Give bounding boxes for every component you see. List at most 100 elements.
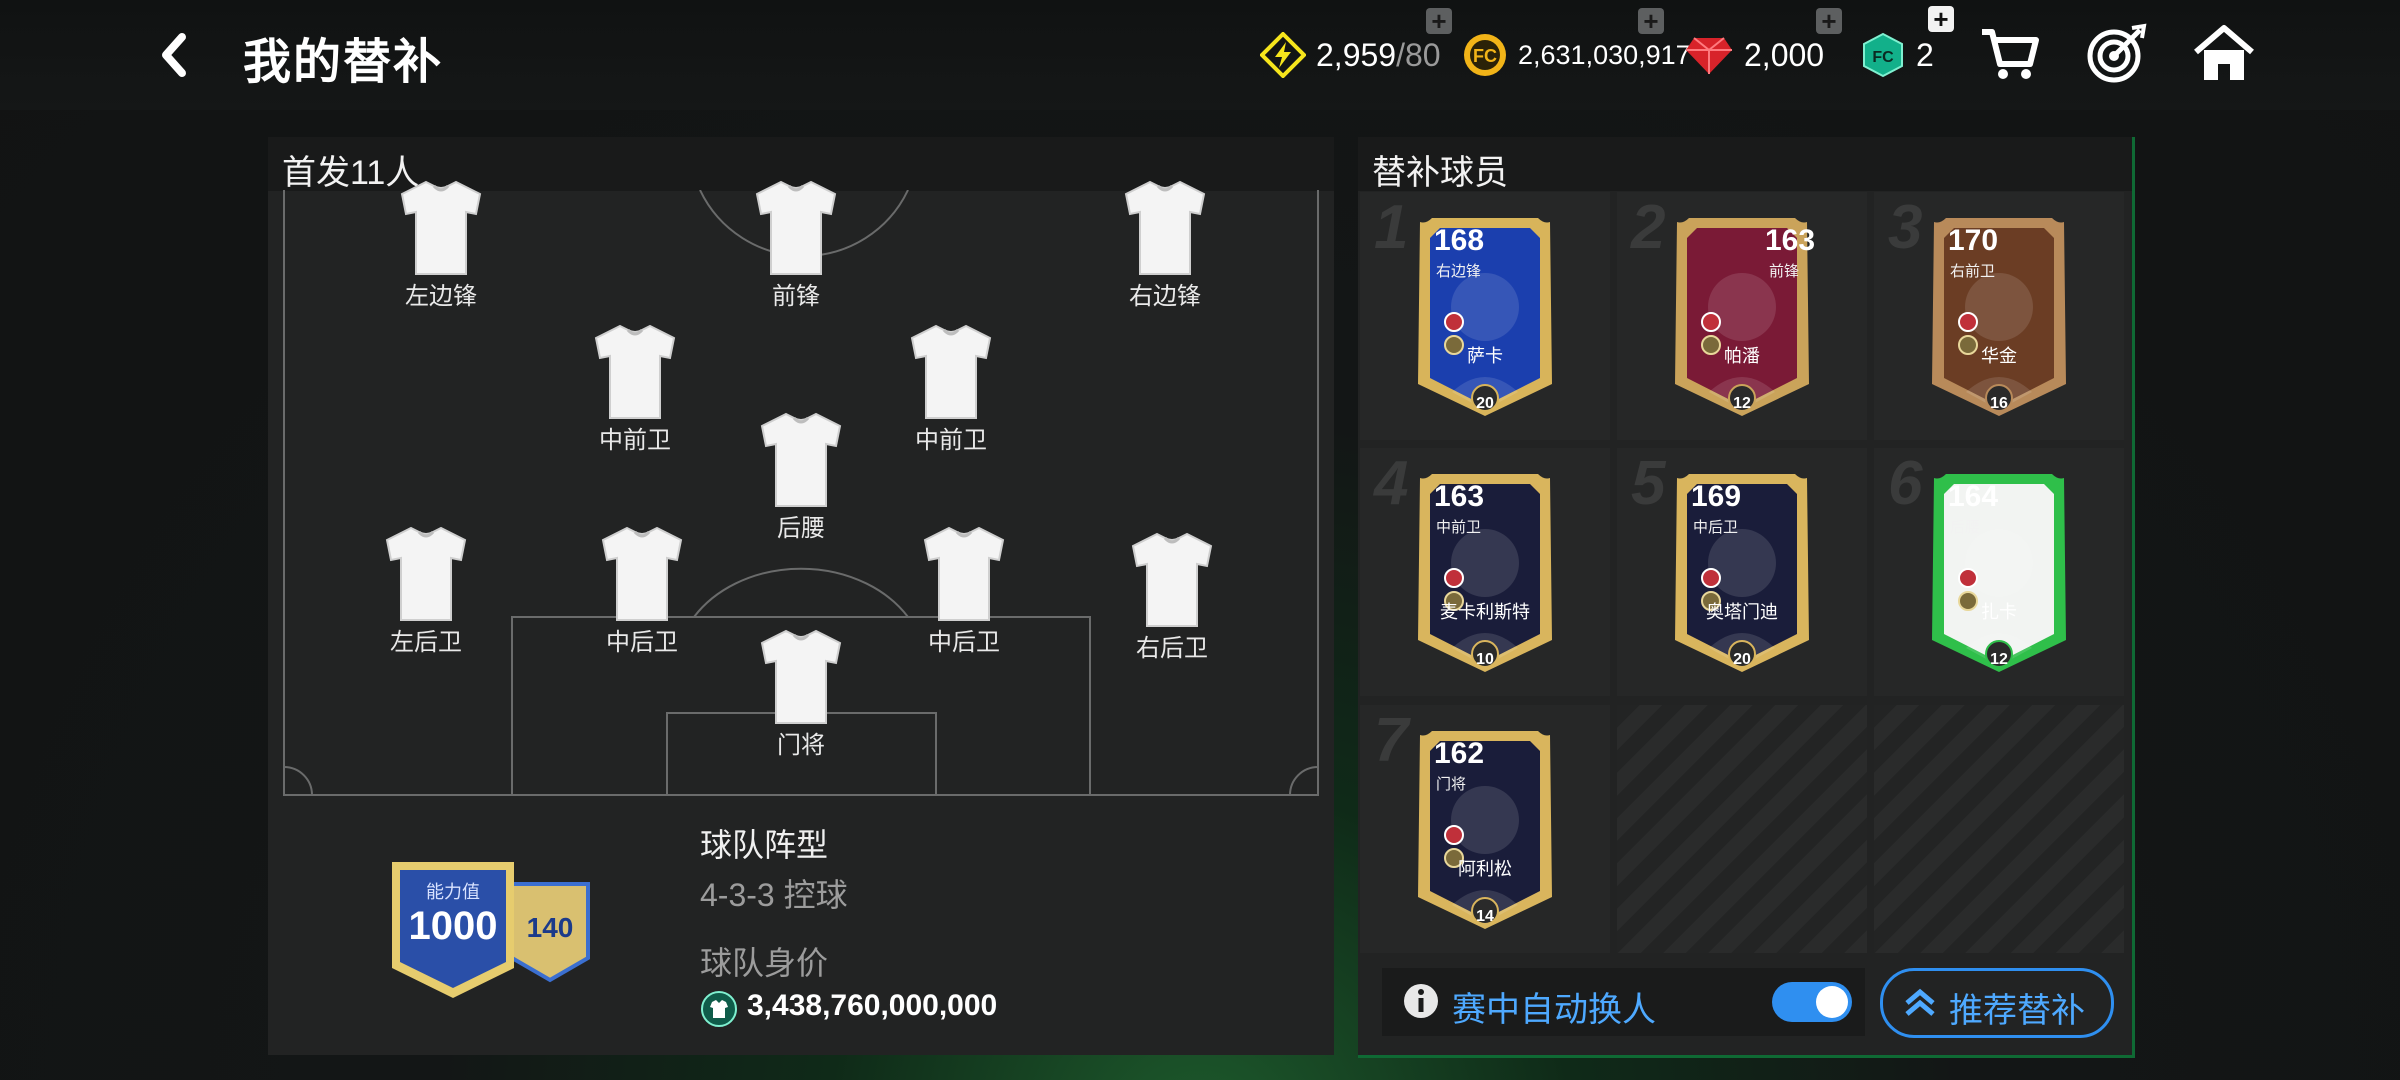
starting-player-slot[interactable]: 中前卫 — [575, 322, 695, 455]
player-card — [1908, 212, 2090, 425]
starting-player-slot[interactable]: 左后卫 — [366, 524, 486, 657]
info-icon[interactable] — [1402, 982, 1440, 1025]
sub-player-slot[interactable]: 3 170 右前卫 华金 16 — [1874, 192, 2124, 440]
sub-player-slot[interactable]: 1 168 右边锋 萨卡 20 — [1360, 192, 1610, 440]
jersey-icon — [891, 322, 1011, 422]
position-label: 门将 — [777, 732, 825, 759]
gems-display[interactable]: 2,000 — [1684, 28, 1824, 82]
player-card — [1394, 725, 1576, 938]
jersey-coin-icon — [700, 990, 738, 1033]
starting-player-slot[interactable]: 中后卫 — [904, 524, 1024, 657]
starting-player-slot[interactable]: 右后卫 — [1112, 530, 1232, 663]
energy-icon — [1260, 32, 1306, 78]
svg-text:FC: FC — [1872, 49, 1894, 66]
sub-player-slot[interactable]: 5 169 中后卫 奥塔门迪 20 — [1617, 448, 1867, 696]
position-label: 右边锋 — [1129, 283, 1201, 310]
jersey-icon — [736, 178, 856, 278]
rating-label: 能力值 — [426, 882, 480, 902]
card-rating: 163 — [1434, 480, 1485, 513]
tokens-value: 2 — [1916, 36, 1934, 73]
subs-panel-header: 替补球员 — [1358, 137, 2132, 192]
gem-icon — [1686, 37, 1732, 74]
recommend-subs-label: 推荐替补 — [1949, 992, 2085, 1030]
cart-icon[interactable] — [1978, 22, 2042, 86]
starting-player-slot[interactable]: 左边锋 — [381, 178, 501, 311]
card-position: 右前卫 — [1950, 263, 1996, 280]
team-value-title: 球队身价 — [700, 945, 829, 981]
card-rating: 163 — [1765, 224, 1816, 257]
coin-icon: FC — [1464, 34, 1506, 76]
auto-sub-toggle[interactable] — [1772, 982, 1852, 1022]
card-level: 10 — [1476, 651, 1494, 668]
jersey-icon — [381, 178, 501, 278]
card-player-name: 帕潘 — [1724, 346, 1760, 366]
page-title: 我的替补 — [243, 36, 444, 89]
card-rating: 164 — [1948, 480, 1999, 513]
top-bar: 我的替补 2,959/80 + FC 2,631,030,917 + 2,000… — [0, 0, 2400, 110]
card-player-name: 麦卡利斯特 — [1440, 602, 1530, 622]
starting-player-slot[interactable]: 门将 — [741, 627, 861, 760]
rating-value: 1000 — [408, 904, 498, 948]
gems-value: 2,000 — [1744, 36, 1825, 73]
team-value: 3,438,760,000,000 — [747, 989, 998, 1022]
sub-player-slot[interactable]: 7 162 门将 阿利松 14 — [1360, 705, 1610, 953]
starting-player-slot[interactable]: 右边锋 — [1105, 178, 1225, 311]
card-position: 后腰 — [1950, 519, 1981, 536]
empty-sub-slot[interactable] — [1874, 705, 2124, 953]
player-card — [1394, 468, 1576, 681]
auto-sub-row: 赛中自动换人 — [1382, 968, 1865, 1036]
formation-title: 球队阵型 — [700, 827, 829, 863]
starting-player-slot[interactable]: 前锋 — [736, 178, 856, 311]
position-label: 中后卫 — [606, 629, 678, 656]
sub-player-slot[interactable]: 6 164 后腰 扎卡 12 — [1874, 448, 2124, 696]
card-player-name: 萨卡 — [1467, 346, 1503, 366]
starting-player-slot[interactable]: 中前卫 — [891, 322, 1011, 455]
sub-player-slot[interactable]: 4 163 中前卫 麦卡利斯特 10 — [1360, 448, 1610, 696]
jersey-icon — [1112, 530, 1232, 630]
starting-player-slot[interactable]: 中后卫 — [582, 524, 702, 657]
card-level: 14 — [1476, 908, 1494, 925]
jersey-icon — [575, 322, 695, 422]
auto-sub-label: 赛中自动换人 — [1452, 991, 1656, 1029]
card-position: 中前卫 — [1436, 519, 1482, 536]
jersey-icon — [741, 410, 861, 510]
position-label: 前锋 — [772, 283, 820, 310]
add-gems-button[interactable]: + — [1816, 8, 1842, 34]
coins-display[interactable]: FC 2,631,030,917 — [1462, 28, 1691, 82]
jersey-icon — [582, 524, 702, 624]
team-rating-badge: 能力值 1000 140 — [388, 858, 602, 1013]
card-position: 右边锋 — [1436, 263, 1482, 280]
formation-value[interactable]: 4-3-3 控球 — [700, 870, 848, 916]
card-position: 门将 — [1436, 776, 1467, 793]
card-level: 16 — [1990, 395, 2008, 412]
player-card — [1908, 468, 2090, 681]
card-player-name: 华金 — [1981, 346, 2017, 366]
player-card — [1394, 212, 1576, 425]
energy-max: /80 — [1396, 36, 1441, 73]
position-label: 中前卫 — [599, 427, 671, 454]
card-level: 20 — [1733, 651, 1751, 668]
position-label: 左边锋 — [405, 283, 477, 310]
card-player-name: 奥塔门迪 — [1706, 602, 1778, 622]
card-position: 前锋 — [1769, 263, 1800, 280]
sub-player-slot[interactable]: 2 163 前锋 帕潘 12 — [1617, 192, 1867, 440]
recommend-subs-button[interactable]: 推荐替补 — [1880, 968, 2114, 1038]
coins-value: 2,631,030,917 — [1518, 39, 1691, 70]
empty-sub-slot[interactable] — [1617, 705, 1867, 953]
target-icon[interactable] — [2084, 22, 2148, 86]
rating-bonus: 140 — [526, 912, 574, 943]
energy-display[interactable]: 2,959/80 — [1260, 28, 1441, 82]
home-icon[interactable] — [2192, 22, 2256, 86]
add-energy-button[interactable]: + — [1426, 8, 1452, 34]
card-rating: 162 — [1434, 737, 1485, 770]
jersey-icon — [741, 627, 861, 727]
starting-player-slot[interactable]: 后腰 — [741, 410, 861, 543]
jersey-icon — [1105, 178, 1225, 278]
jersey-icon — [904, 524, 1024, 624]
add-tokens-button[interactable]: + — [1928, 6, 1954, 32]
energy-current: 2,959 — [1316, 36, 1397, 73]
double-chevron-up-icon — [1903, 985, 1937, 1024]
back-arrow-icon[interactable] — [150, 25, 200, 85]
tokens-display[interactable]: FC 2 — [1860, 28, 1934, 82]
add-coins-button[interactable]: + — [1638, 8, 1664, 34]
